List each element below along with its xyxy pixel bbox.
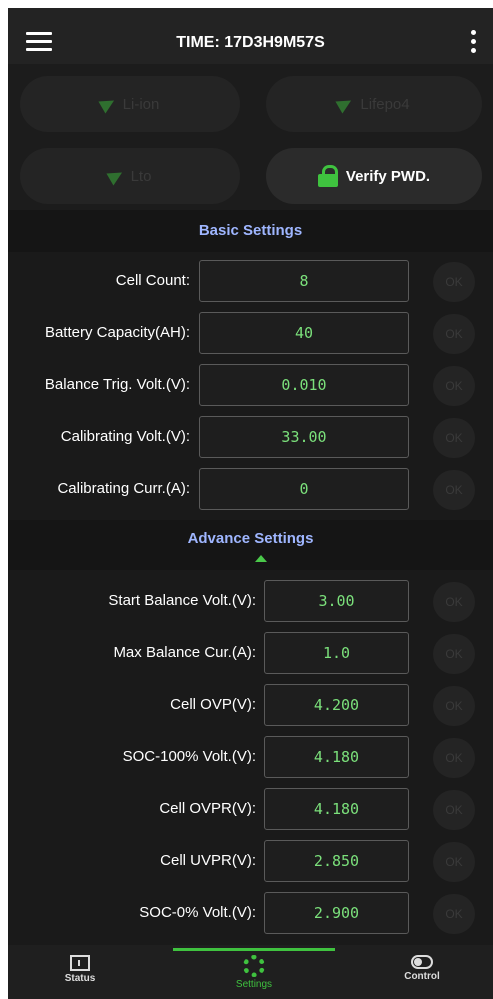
- nav-status-label: Status: [64, 973, 96, 984]
- gear-icon: [243, 955, 265, 977]
- nav-control[interactable]: Control: [372, 955, 472, 982]
- toggle-icon: [411, 955, 433, 969]
- setting-label: Cell UVPR(V):: [160, 852, 256, 869]
- lto-label: Lto: [130, 167, 152, 185]
- setting-input[interactable]: 0.010: [199, 364, 409, 406]
- setting-row-cell-ovpr: Cell OVPR(V): 4.180 OK: [8, 784, 493, 836]
- setting-row-start-balance-volt: Start Balance Volt.(V): 3.00 OK: [8, 576, 493, 628]
- setting-label: SOC-100% Volt.(V):: [122, 748, 256, 765]
- bottom-navigation: Status Settings Control: [8, 945, 493, 999]
- setting-input[interactable]: 8: [199, 260, 409, 302]
- setting-input[interactable]: 1.0: [264, 632, 409, 674]
- time-display: TIME: 17D3H9M57S: [176, 34, 325, 51]
- setting-label: Cell OVPR(V):: [159, 800, 256, 817]
- send-icon: [335, 94, 355, 114]
- setting-row-battery-capacity: Battery Capacity(AH): 40 OK: [8, 308, 493, 360]
- ok-button[interactable]: OK: [433, 790, 475, 830]
- ok-button[interactable]: OK: [433, 262, 475, 302]
- ok-button[interactable]: OK: [433, 842, 475, 882]
- nav-settings[interactable]: Settings: [204, 955, 304, 990]
- setting-input[interactable]: 4.180: [264, 736, 409, 778]
- setting-label: Cell Count:: [115, 272, 190, 289]
- monitor-icon: [70, 955, 90, 971]
- nav-control-label: Control: [404, 971, 440, 982]
- lock-icon: [317, 165, 338, 187]
- setting-input[interactable]: 33.00: [199, 416, 409, 458]
- advance-settings-title: Advance Settings: [187, 530, 314, 547]
- send-icon: [98, 94, 118, 114]
- ok-button[interactable]: OK: [433, 582, 475, 622]
- screen-edge: [0, 0, 8, 999]
- setting-input[interactable]: 2.900: [264, 892, 409, 934]
- liion-label: Li-ion: [122, 95, 160, 113]
- ok-button[interactable]: OK: [433, 366, 475, 406]
- ok-button[interactable]: OK: [433, 686, 475, 726]
- setting-row-cell-count: Cell Count: 8 OK: [8, 256, 493, 308]
- liion-button[interactable]: Li-ion: [20, 76, 240, 132]
- send-icon: [106, 166, 126, 186]
- battery-type-panel: Li-ion Lifepo4 Lto Verify PWD.: [8, 64, 493, 210]
- setting-row-soc-0-volt: SOC-0% Volt.(V): 2.900 OK: [8, 888, 493, 940]
- app-frame: TIME: 17D3H9M57S Li-ion Lifepo4 Lto Veri…: [8, 0, 493, 999]
- more-options-icon[interactable]: [471, 30, 477, 57]
- setting-label: Calibrating Volt.(V):: [60, 428, 190, 445]
- setting-input[interactable]: 2.850: [264, 840, 409, 882]
- ok-button[interactable]: OK: [433, 418, 475, 458]
- setting-input[interactable]: 4.180: [264, 788, 409, 830]
- verify-password-label: Verify PWD.: [345, 167, 431, 185]
- nav-settings-label: Settings: [235, 979, 273, 990]
- setting-input[interactable]: 4.200: [264, 684, 409, 726]
- setting-row-max-balance-cur: Max Balance Cur.(A): 1.0 OK: [8, 628, 493, 680]
- lifepo4-button[interactable]: Lifepo4: [266, 76, 482, 132]
- ok-button[interactable]: OK: [433, 470, 475, 510]
- ok-button[interactable]: OK: [433, 738, 475, 778]
- nav-status[interactable]: Status: [30, 955, 130, 984]
- setting-row-balance-trig-volt: Balance Trig. Volt.(V): 0.010 OK: [8, 360, 493, 412]
- setting-row-calibrating-curr: Calibrating Curr.(A): 0 OK: [8, 464, 493, 516]
- setting-row-soc-100-volt: SOC-100% Volt.(V): 4.180 OK: [8, 732, 493, 784]
- ok-button[interactable]: OK: [433, 314, 475, 354]
- app-header: TIME: 17D3H9M57S: [8, 0, 493, 64]
- setting-label: Start Balance Volt.(V):: [108, 592, 256, 609]
- basic-settings-title: Basic Settings: [198, 222, 303, 239]
- setting-row-calibrating-volt: Calibrating Volt.(V): 33.00 OK: [8, 412, 493, 464]
- lifepo4-label: Lifepo4: [360, 95, 410, 113]
- setting-label: Calibrating Curr.(A):: [57, 480, 190, 497]
- setting-input[interactable]: 0: [199, 468, 409, 510]
- setting-row-cell-ovp: Cell OVP(V): 4.200 OK: [8, 680, 493, 732]
- lto-button[interactable]: Lto: [20, 148, 240, 204]
- ok-button[interactable]: OK: [433, 894, 475, 934]
- collapse-up-icon[interactable]: [255, 555, 267, 562]
- setting-input[interactable]: 3.00: [264, 580, 409, 622]
- active-tab-indicator: [173, 948, 335, 951]
- setting-label: Battery Capacity(AH):: [44, 324, 190, 341]
- verify-password-button[interactable]: Verify PWD.: [266, 148, 482, 204]
- setting-row-cell-uvpr: Cell UVPR(V): 2.850 OK: [8, 836, 493, 888]
- setting-label: Max Balance Cur.(A):: [113, 644, 256, 661]
- setting-input[interactable]: 40: [199, 312, 409, 354]
- setting-label: Cell OVP(V):: [170, 696, 256, 713]
- setting-label: Balance Trig. Volt.(V):: [44, 376, 190, 393]
- setting-label: SOC-0% Volt.(V):: [139, 904, 256, 921]
- ok-button[interactable]: OK: [433, 634, 475, 674]
